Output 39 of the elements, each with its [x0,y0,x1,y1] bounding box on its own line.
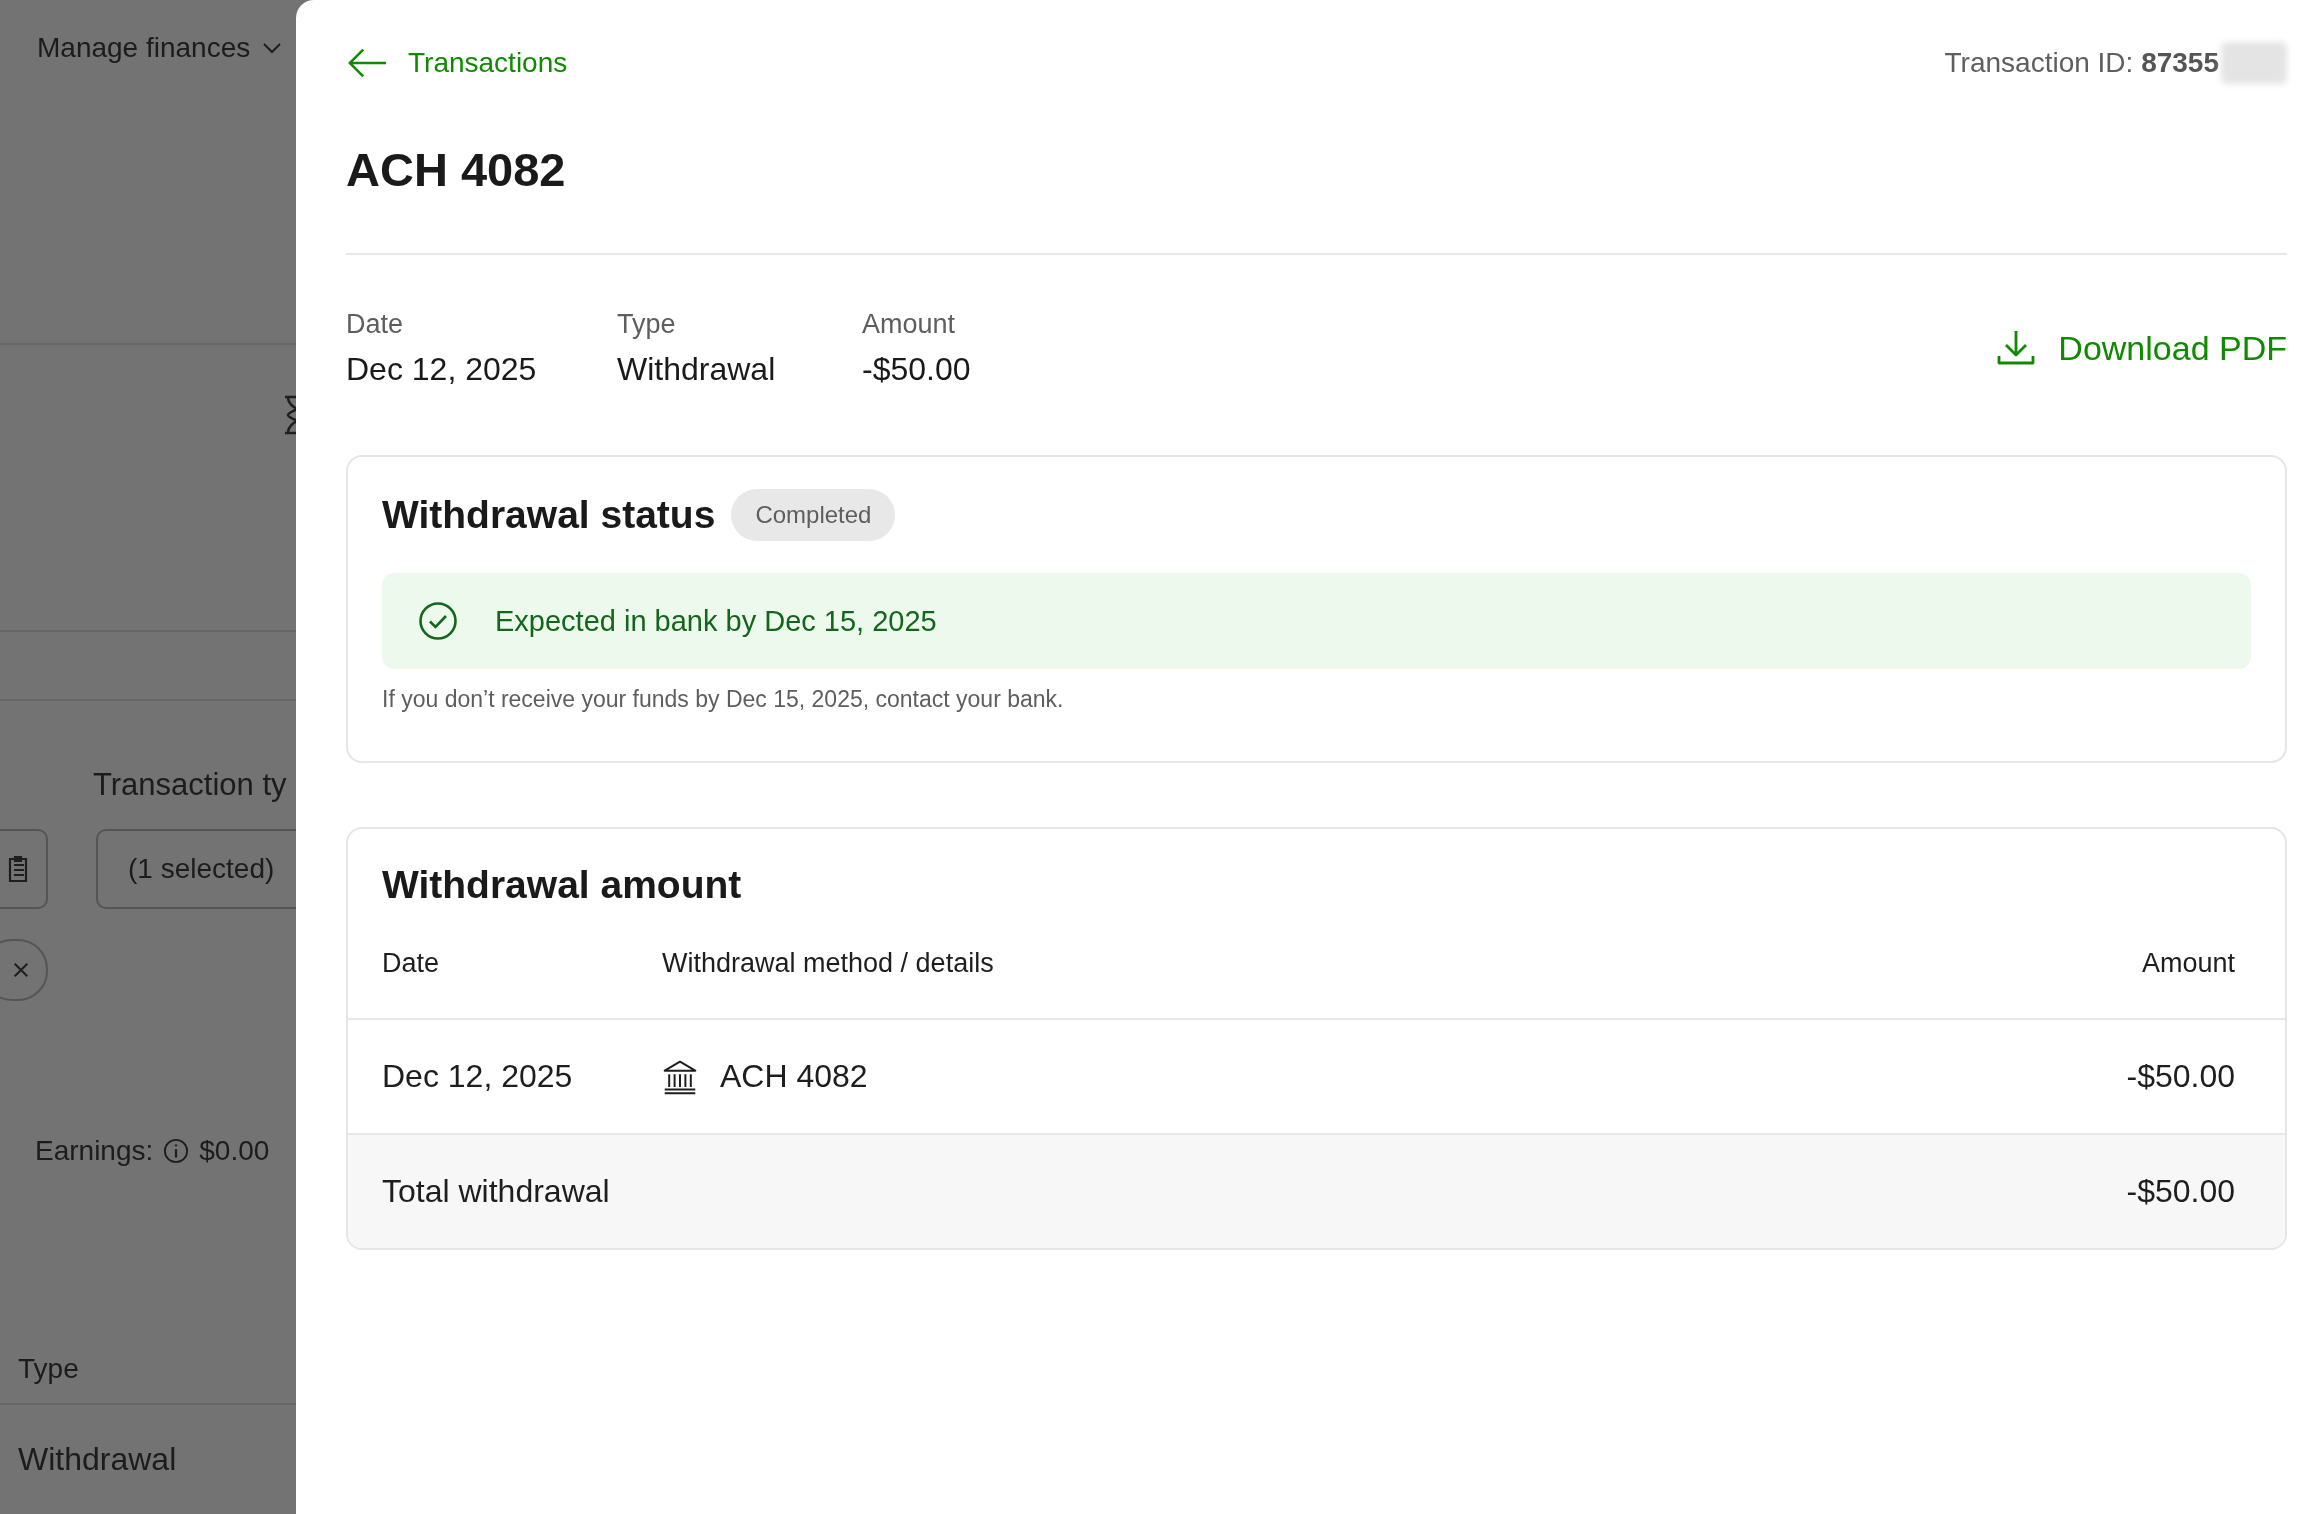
column-header: Amount [2141,948,2235,979]
table-cell-text: Dec 12, 2025 [382,1058,574,1095]
list-icon [6,855,30,883]
card-title: Withdrawal amount [381,862,743,908]
total-label: Total withdrawal [382,1173,611,1210]
card-title: Withdrawal status [382,492,716,538]
check-circle-icon [418,601,458,641]
page-title: ACH 4082 [346,142,567,198]
download-pdf-link[interactable]: Download PDF [1996,328,2287,368]
column-header: Withdrawal method / details [662,948,994,979]
transaction-id: Transaction ID: 87355 [1944,47,2219,79]
table-cell: -$50.00 [2126,1058,2235,1095]
column-header: Date [382,948,441,979]
summary-label: Type [617,308,677,341]
total-amount: -$50.00 [2126,1173,2235,1210]
bank-icon [662,1058,698,1095]
summary-value: Withdrawal [617,350,777,389]
back-link[interactable]: Transactions [346,47,568,79]
table-cell: ACH 4082 [720,1058,868,1095]
arrow-left-icon [346,47,388,79]
status-badge: Completed [731,489,896,541]
manage-finances-menu[interactable]: Manage finances [37,28,283,68]
summary-value: Dec 12, 2025 [346,350,538,389]
clear-button[interactable] [0,939,48,1001]
table-cell-text: Withdrawal [18,1440,177,1479]
redaction-blur [2221,42,2287,84]
banner-text: Expected in bank by Dec 15, 2025 [495,604,937,638]
summary-label: Amount [862,308,957,341]
earnings-value: $0.00 [199,1135,270,1167]
summary-value: -$50.00 [862,350,971,389]
column-header: Type [18,1352,79,1386]
filter-label: Transaction ty [93,766,288,804]
earnings-label: Earnings: [35,1135,154,1167]
list-button[interactable] [0,829,48,909]
info-icon[interactable] [163,1138,190,1164]
close-icon [12,961,30,979]
note-text: If you don’t receive your funds by Dec 15, 2025, contact your bank. [382,685,1065,714]
chevron-down-icon [262,42,283,54]
summary-label: Date [346,308,405,341]
